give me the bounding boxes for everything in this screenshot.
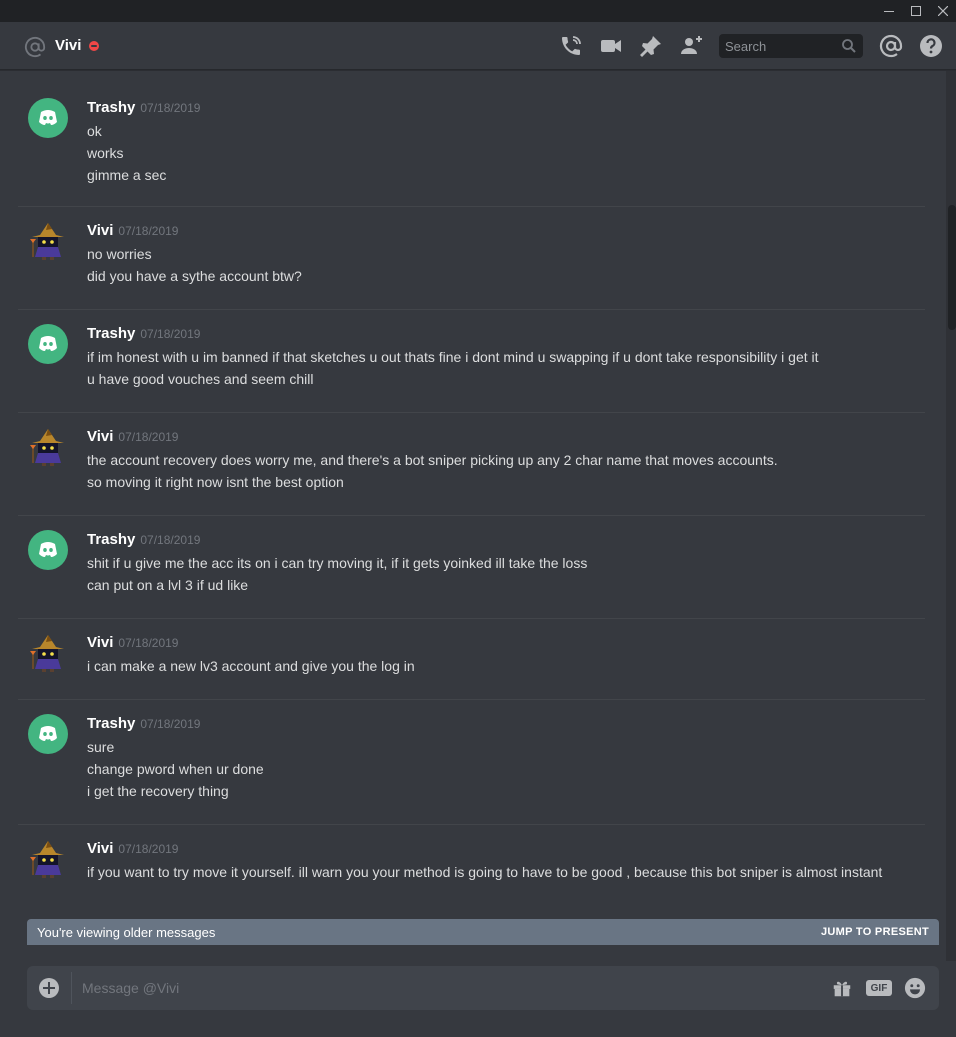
author-name[interactable]: Vivi <box>87 222 113 239</box>
message-author[interactable]: Vivi 07/18/2019 <box>87 634 178 651</box>
minimize-icon <box>884 11 894 12</box>
author-name[interactable]: Trashy <box>87 325 135 342</box>
message-text: the account recovery does worry me, and … <box>87 452 778 468</box>
discord-logo-icon <box>39 336 57 351</box>
message-text: so moving it right now isnt the best opt… <box>87 474 344 490</box>
message-group: Vivi 07/18/2019 if you want to try move it… <box>18 824 925 904</box>
message-group: Vivi 07/18/2019 the account recovery does … <box>18 412 925 515</box>
message-group: Trashy 07/18/2019 ok works gimme a sec <box>18 84 925 206</box>
avatar[interactable] <box>28 427 68 467</box>
author-name[interactable]: Vivi <box>87 634 113 651</box>
discord-logo-icon <box>39 726 57 741</box>
message-author[interactable]: Vivi 07/18/2019 <box>87 840 178 857</box>
add-friend-icon[interactable] <box>679 34 703 58</box>
message-input[interactable]: Message @Vivi <box>82 980 179 996</box>
message-timestamp: 07/18/2019 <box>118 636 179 650</box>
message-text: if you want to try move it yourself. ill… <box>87 864 883 880</box>
message-text: if im honest with u im banned if that sk… <box>87 349 819 365</box>
message-text: change pword when ur done <box>87 761 264 777</box>
message-timestamp: 07/18/2019 <box>140 327 201 341</box>
message-text: ok <box>87 123 102 139</box>
message-composer: Message @Vivi GIF <box>27 966 939 1010</box>
pin-icon[interactable] <box>639 34 663 58</box>
emoji-icon[interactable] <box>904 977 926 999</box>
channel-header: Vivi Search <box>0 22 956 70</box>
message-group: Vivi 07/18/2019 i can make a new lv3 accou… <box>18 618 925 699</box>
mention-icon[interactable] <box>879 34 903 58</box>
avatar[interactable] <box>28 530 68 570</box>
older-messages-banner: You're viewing older messages JUMP TO PR… <box>27 919 939 945</box>
black-mage-avatar-icon <box>30 429 64 466</box>
add-attachment-icon[interactable] <box>39 978 59 998</box>
author-name[interactable]: Trashy <box>87 531 135 548</box>
message-timestamp: 07/18/2019 <box>140 533 201 547</box>
maximize-icon <box>911 6 921 16</box>
author-name[interactable]: Trashy <box>87 715 135 732</box>
message-text: gimme a sec <box>87 167 167 183</box>
message-author[interactable]: Trashy 07/18/2019 <box>87 715 200 732</box>
message-group: Trashy 07/18/2019 if im honest with u im b… <box>18 309 925 412</box>
message-timestamp: 07/18/2019 <box>118 224 179 238</box>
avatar[interactable] <box>28 714 68 754</box>
gif-icon[interactable]: GIF <box>866 980 892 996</box>
window-titlebar <box>0 0 956 22</box>
search-placeholder: Search <box>725 39 767 54</box>
message-text: can put on a lvl 3 if ud like <box>87 577 249 593</box>
message-author[interactable]: Vivi 07/18/2019 <box>87 222 178 239</box>
black-mage-avatar-icon <box>30 223 64 260</box>
gift-icon[interactable] <box>831 977 853 999</box>
message-timestamp: 07/18/2019 <box>118 430 179 444</box>
message-group: Trashy 07/18/2019 sure change pword when ur… <box>18 699 925 824</box>
message-author[interactable]: Vivi 07/18/2019 <box>87 428 178 445</box>
message-timestamp: 07/18/2019 <box>140 717 201 731</box>
author-name[interactable]: Vivi <box>87 428 113 445</box>
avatar[interactable] <box>28 633 68 673</box>
discord-logo-icon <box>39 542 57 557</box>
page-title: Vivi <box>55 37 82 54</box>
message-text: shit if u give me the acc its on i can t… <box>87 555 588 571</box>
close-button[interactable] <box>930 0 956 22</box>
message-timestamp: 07/18/2019 <box>140 101 201 115</box>
message-group: Vivi 07/18/2019 no worries did you have a s… <box>18 206 925 309</box>
message-text: i get the recovery thing <box>87 783 229 799</box>
message-author[interactable]: Trashy 07/18/2019 <box>87 325 200 342</box>
phone-call-icon[interactable] <box>559 34 583 58</box>
message-timestamp: 07/18/2019 <box>118 842 179 856</box>
search-input[interactable]: Search <box>719 34 863 58</box>
avatar[interactable] <box>28 839 68 879</box>
message-scrollbar-thumb[interactable] <box>948 205 956 330</box>
message-text: sure <box>87 739 115 755</box>
dnd-status-icon <box>89 41 99 51</box>
message-text: i can make a new lv3 account and give yo… <box>87 658 415 674</box>
minimize-button[interactable] <box>876 0 902 22</box>
close-icon <box>938 6 948 16</box>
message-group: Trashy 07/18/2019 shit if u give me the ac… <box>18 515 925 618</box>
maximize-button[interactable] <box>903 0 929 22</box>
avatar[interactable] <box>28 221 68 261</box>
avatar[interactable] <box>28 98 68 138</box>
message-author[interactable]: Trashy 07/18/2019 <box>87 531 200 548</box>
help-icon[interactable] <box>919 34 943 58</box>
author-name[interactable]: Vivi <box>87 840 113 857</box>
video-call-icon[interactable] <box>599 34 623 58</box>
discord-logo-icon <box>39 110 57 125</box>
author-name[interactable]: Trashy <box>87 99 135 116</box>
black-mage-avatar-icon <box>30 635 64 672</box>
avatar[interactable] <box>28 324 68 364</box>
composer-divider <box>71 972 72 1004</box>
search-icon <box>842 39 856 53</box>
message-text: works <box>87 145 124 161</box>
at-icon <box>24 36 46 58</box>
message-text: u have good vouches and seem chill <box>87 371 314 387</box>
black-mage-avatar-icon <box>30 841 64 878</box>
message-text: no worries <box>87 246 152 262</box>
older-messages-text: You're viewing older messages <box>37 925 216 940</box>
message-author[interactable]: Trashy 07/18/2019 <box>87 99 200 116</box>
message-text: did you have a sythe account btw? <box>87 268 302 284</box>
jump-to-present-button[interactable]: JUMP TO PRESENT <box>821 926 929 938</box>
